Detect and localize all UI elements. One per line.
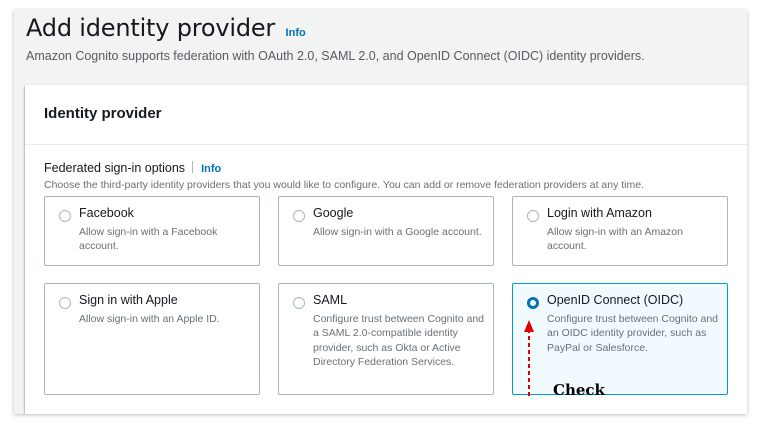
annotation-arrow — [524, 320, 534, 396]
annotation-label: Check — [553, 381, 605, 399]
